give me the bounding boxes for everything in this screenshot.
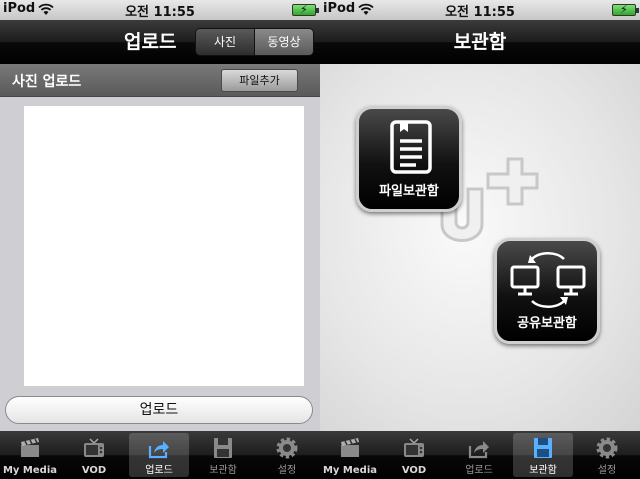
tab-my-media[interactable]: My Media [0, 433, 60, 477]
clock: 오전 11:55 [125, 5, 195, 20]
tab-label: 설정 [277, 465, 297, 476]
tab-label: My Media [322, 465, 378, 476]
battery-icon: ⚡ [612, 3, 639, 16]
status-bar: iPod 오전 11:55 ⚡ [0, 0, 320, 20]
tab-storage[interactable]: 보관함 [193, 433, 253, 477]
tab-vod[interactable]: VOD [384, 433, 444, 477]
gear-icon [276, 437, 298, 459]
upload-button[interactable]: 업로드 [5, 396, 313, 424]
document-icon [390, 120, 432, 174]
status-bar: iPod 오전 11:55 ⚡ [320, 0, 640, 20]
tab-label: VOD [401, 465, 427, 476]
file-storage-button[interactable]: 파일보관함 [356, 106, 462, 212]
sync-computers-icon [510, 252, 586, 308]
segment-photo[interactable]: 사진 [196, 29, 255, 55]
nav-bar: 보관함 [320, 20, 640, 64]
section-title: 사진 업로드 [12, 74, 82, 90]
tab-upload[interactable]: 업로드 [129, 433, 189, 477]
floppy-disk-icon [534, 438, 552, 458]
page-title: 보관함 [453, 31, 507, 53]
media-type-segmented-control: 사진 동영상 [195, 28, 314, 56]
tab-settings[interactable]: 설정 [257, 433, 317, 477]
nav-bar: 업로드 사진 동영상 [0, 20, 320, 64]
tab-label: VOD [81, 465, 107, 476]
file-storage-label: 파일보관함 [379, 184, 439, 199]
tab-my-media[interactable]: My Media [320, 433, 380, 477]
section-header: 사진 업로드 파일추가 [0, 64, 320, 97]
shared-storage-label: 공유보관함 [517, 316, 577, 331]
clapperboard-icon [341, 438, 359, 457]
tv-icon [404, 438, 424, 457]
tab-label: 설정 [597, 465, 617, 476]
tab-storage[interactable]: 보관함 [513, 433, 573, 477]
tab-label: 보관함 [209, 465, 237, 476]
tab-label: 보관함 [529, 465, 557, 476]
tab-upload[interactable]: 업로드 [449, 433, 509, 477]
upload-content: 사진 업로드 파일추가 업로드 [0, 64, 320, 431]
clapperboard-icon [21, 438, 39, 457]
tab-vod[interactable]: VOD [64, 433, 124, 477]
storage-content: 파일보관함 공유보관함 [320, 64, 640, 431]
shared-storage-button[interactable]: 공유보관함 [494, 238, 600, 344]
tab-label: 업로드 [465, 465, 493, 476]
tab-label: 업로드 [145, 465, 173, 476]
gear-icon [596, 437, 618, 459]
tv-icon [84, 438, 104, 457]
floppy-disk-icon [214, 438, 232, 458]
share-arrow-icon [148, 441, 169, 459]
add-file-button[interactable]: 파일추가 [221, 69, 298, 92]
tab-bar: My Media VOD 업로드 보관함 설정 [0, 431, 320, 479]
clock: 오전 11:55 [445, 5, 515, 20]
battery-icon: ⚡ [292, 3, 319, 16]
segment-video[interactable]: 동영상 [255, 29, 313, 55]
page-title: 업로드 [124, 31, 177, 53]
share-arrow-icon [468, 441, 489, 459]
tab-label: My Media [2, 465, 58, 476]
tab-settings[interactable]: 설정 [577, 433, 637, 477]
upload-screen: iPod 오전 11:55 ⚡ 업로드 사진 동영상 사진 업로드 파일추가 업… [0, 0, 320, 479]
storage-screen: iPod 오전 11:55 ⚡ 보관함 파일보관함 공유보관함 My Media… [320, 0, 640, 479]
tab-bar: My Media VOD 업로드 보관함 설정 [320, 431, 640, 479]
photo-preview-area[interactable] [24, 106, 304, 386]
